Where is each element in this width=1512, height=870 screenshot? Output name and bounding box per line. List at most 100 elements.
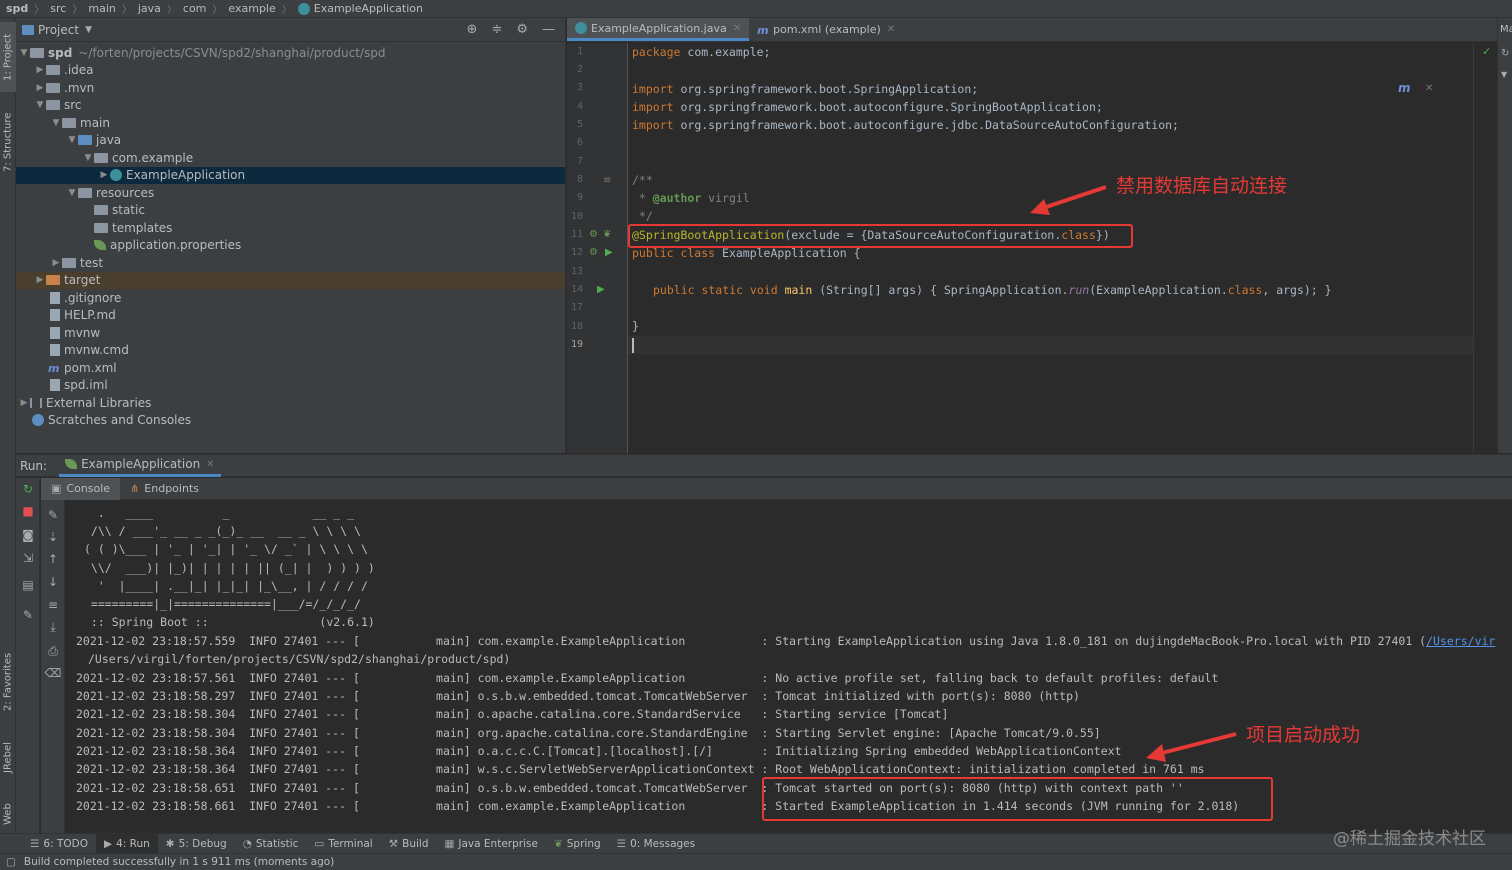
tree-item[interactable]: static	[94, 202, 145, 220]
soft-wrap-icon[interactable]: ≡	[41, 598, 65, 612]
tree-item[interactable]: ▼ com.example	[82, 149, 194, 167]
tree-item[interactable]: ▶ test	[50, 254, 104, 272]
tree-item[interactable]: ▼ resources	[66, 184, 155, 202]
tree-item[interactable]: spd.iml	[48, 377, 108, 395]
tool-tab-java-enterprise[interactable]: ▦ Java Enterprise	[436, 834, 545, 854]
rerun-icon[interactable]: ↻	[16, 482, 40, 496]
tool-tab-build[interactable]: ⚒ Build	[381, 834, 437, 854]
tree-item[interactable]: ▶ .mvn	[34, 79, 95, 97]
tool-tab-spring[interactable]: ❦ Spring	[546, 834, 609, 854]
close-icon[interactable]: ✕	[1425, 83, 1433, 94]
tree-item[interactable]: mvnw	[48, 324, 100, 342]
tree-item[interactable]: mvnw.cmd	[48, 342, 129, 360]
tree-item[interactable]: m pom.xml	[48, 359, 117, 377]
layout-icon[interactable]: ▤	[16, 578, 40, 592]
status-toggle-icon[interactable]: ▢	[6, 856, 16, 868]
breadcrumb-item[interactable]: java 〉	[138, 1, 183, 16]
breadcrumb-item[interactable]: example 〉	[228, 1, 297, 16]
trash-icon[interactable]: ⌫	[41, 666, 65, 680]
tree-item[interactable]: templates	[94, 219, 172, 237]
tab-console[interactable]: ▣ Console	[41, 477, 121, 500]
expand-arrow-icon[interactable]: ▼	[82, 153, 94, 163]
pin-icon[interactable]: ✎	[16, 608, 40, 622]
spring-leaf-icon[interactable]: ❦	[603, 229, 611, 240]
javadoc-render-icon[interactable]: ≡	[603, 175, 611, 186]
exit-icon[interactable]: ⇲	[16, 551, 40, 565]
console-output[interactable]: . ____ _ __ _ _ /\\ / ___'_ __ _ _(_)_ _…	[66, 500, 1512, 833]
status-bar: ▢ Build completed successfully in 1 s 91…	[0, 853, 1512, 870]
tool-tab-web[interactable]: Web	[0, 794, 16, 834]
run-config-tab[interactable]: ExampleApplication ✕	[59, 455, 221, 477]
tree-item[interactable]: ▶ External Libraries	[18, 394, 152, 412]
arrow-up-icon[interactable]: ↑	[41, 552, 65, 566]
maven-reload-icon[interactable]: m	[1398, 81, 1411, 95]
collapse-arrow-icon[interactable]: ▶	[34, 65, 46, 75]
expand-arrow-icon[interactable]: ▼	[18, 48, 30, 58]
breadcrumb-item[interactable]: spd 〉	[6, 1, 50, 16]
breadcrumb-item[interactable]: com 〉	[183, 1, 229, 16]
stop-icon[interactable]: ■	[16, 504, 40, 518]
editor-scrollbar[interactable]: ✓	[1473, 43, 1497, 453]
print-icon[interactable]: ⎙	[41, 644, 65, 659]
tree-item[interactable]: .gitignore	[48, 289, 121, 307]
run-icon[interactable]: ▶	[605, 247, 613, 258]
breadcrumb-item[interactable]: main 〉	[88, 1, 137, 16]
tool-tab-todo[interactable]: ☰ 6: TODO	[22, 834, 96, 854]
gear-icon[interactable]: ⚙	[516, 22, 528, 37]
tool-tab-messages[interactable]: ☰ 0: Messages	[609, 834, 703, 854]
spring-bean-icon[interactable]: ⚙	[589, 229, 598, 240]
tree-item[interactable]: ▼ src	[34, 97, 82, 115]
hide-icon[interactable]: —	[542, 22, 555, 37]
tool-tab-jrebel[interactable]: JRebel	[0, 728, 16, 788]
expand-arrow-icon[interactable]: ▼	[66, 188, 78, 198]
tree-item-target[interactable]: ▶ target	[16, 271, 565, 289]
code-editor[interactable]: package com.example; import org.springfr…	[628, 43, 1473, 453]
chevron-down-icon[interactable]: ▼	[1501, 70, 1507, 79]
breadcrumb-item[interactable]: ExampleApplication	[297, 2, 423, 15]
spring-bean-icon[interactable]: ⚙	[589, 247, 598, 258]
close-icon[interactable]: ✕	[206, 459, 214, 470]
tree-item-spd[interactable]: ▼ spd ~/forten/projects/CSVN/spd2/shanghai…	[18, 44, 386, 62]
log-path-link[interactable]: /Users/vir	[1426, 634, 1495, 648]
breadcrumb-item[interactable]: src 〉	[50, 1, 88, 16]
sort-icon[interactable]: ⇣	[41, 530, 65, 544]
edit-icon[interactable]: ✎	[41, 508, 65, 522]
collapse-arrow-icon[interactable]: ▶	[18, 398, 30, 408]
tree-item[interactable]: Scratches and Consoles	[32, 412, 191, 430]
tree-item[interactable]: application.properties	[94, 237, 241, 255]
run-icon[interactable]: ▶	[597, 284, 605, 295]
tree-item[interactable]: ▼ java	[66, 132, 122, 150]
locate-icon[interactable]: ⊕	[467, 22, 478, 37]
collapse-arrow-icon[interactable]: ▶	[34, 275, 46, 285]
tree-item[interactable]: ▼ main	[50, 114, 110, 132]
collapse-arrow-icon[interactable]: ▶	[34, 83, 46, 93]
tool-tab-project[interactable]: 1: Project	[0, 22, 16, 92]
camera-icon[interactable]: ◙	[16, 528, 40, 542]
tool-tab-terminal[interactable]: ▭ Terminal	[306, 834, 380, 854]
tool-tab-favorites[interactable]: 2: Favorites	[0, 642, 16, 722]
tree-item-selected[interactable]: ▶ ExampleApplication	[16, 166, 565, 184]
tool-tab-structure[interactable]: 7: Structure	[0, 102, 16, 182]
tree-item[interactable]: ▶ .idea	[34, 62, 94, 80]
expand-arrow-icon[interactable]: ▼	[34, 100, 46, 110]
tool-tab-statistic[interactable]: ◔ Statistic	[235, 834, 307, 854]
tool-tab-maven[interactable]: Ma	[1500, 24, 1512, 35]
expand-arrow-icon[interactable]: ▼	[66, 135, 78, 145]
expand-arrow-icon[interactable]: ▼	[50, 118, 62, 128]
refresh-icon[interactable]: ↻	[1501, 48, 1509, 59]
tool-tab-run[interactable]: ▶ 4: Run	[96, 833, 158, 854]
collapse-all-icon[interactable]: ≑	[491, 22, 502, 37]
chevron-down-icon[interactable]: ▼	[85, 25, 92, 35]
tab-pom-xml[interactable]: m pom.xml (example) ✕	[749, 18, 903, 41]
tool-tab-debug[interactable]: ✱ 5: Debug	[158, 834, 235, 854]
project-view-selector[interactable]: Project	[38, 23, 79, 37]
close-icon[interactable]: ✕	[887, 24, 895, 35]
close-icon[interactable]: ✕	[733, 23, 741, 34]
arrow-down-icon[interactable]: ↓	[41, 575, 65, 589]
tab-endpoints[interactable]: ⋔ Endpoints	[120, 478, 209, 500]
tree-item[interactable]: HELP.md	[48, 307, 116, 325]
scroll-to-end-icon[interactable]: ⤓	[41, 620, 65, 635]
collapse-arrow-icon[interactable]: ▶	[98, 170, 110, 180]
collapse-arrow-icon[interactable]: ▶	[50, 258, 62, 268]
tab-example-application[interactable]: ExampleApplication.java ✕	[567, 18, 750, 41]
